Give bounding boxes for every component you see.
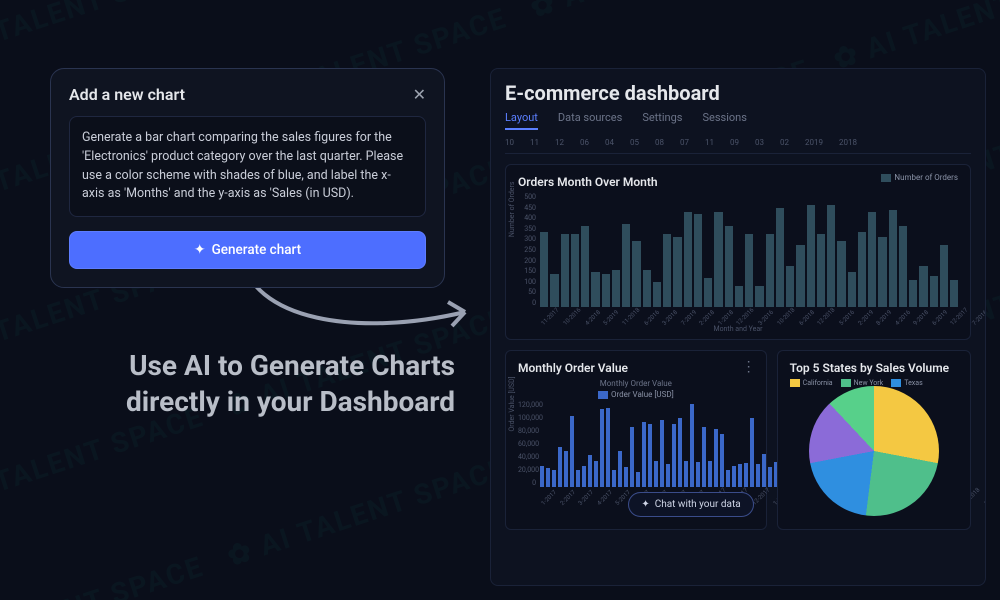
states-pie-chart bbox=[809, 386, 939, 516]
chat-with-data-button[interactable]: ✦ Chat with your data bbox=[628, 492, 753, 517]
states-panel-title: Top 5 States by Sales Volume bbox=[790, 361, 958, 375]
dashboard-title: E-commerce dashboard bbox=[505, 81, 971, 105]
timeline-ruler: 10111206040508071109030220192018 bbox=[505, 134, 971, 154]
marketing-tagline: Use AI to Generate Charts directly in yo… bbox=[45, 348, 455, 420]
chart-prompt-textarea[interactable]: Generate a bar chart comparing the sales… bbox=[69, 116, 426, 217]
tab-settings[interactable]: Settings bbox=[642, 111, 682, 130]
tab-layout[interactable]: Layout bbox=[505, 111, 538, 130]
dashboard-preview: E-commerce dashboard Layout Data sources… bbox=[490, 68, 986, 586]
sparkle-icon: ✦ bbox=[641, 499, 649, 510]
more-icon[interactable]: ⋮ bbox=[742, 359, 756, 375]
order-value-legend: Order Value [USD] bbox=[518, 390, 754, 399]
orders-bar-chart: Number of Orders 50045040035030025020015… bbox=[518, 193, 958, 329]
order-value-title: Monthly Order Value bbox=[518, 361, 754, 375]
order-value-legend-label: Order Value [USD] bbox=[611, 390, 674, 399]
tab-sessions[interactable]: Sessions bbox=[702, 111, 746, 130]
modal-title: Add a new chart bbox=[69, 85, 185, 104]
orders-x-label: Month and Year bbox=[518, 325, 958, 333]
orders-y-label: Number of Orders bbox=[508, 181, 516, 237]
generate-chart-label: Generate chart bbox=[212, 242, 302, 258]
order-value-subtitle: Monthly Order Value bbox=[518, 379, 754, 388]
add-chart-modal: Add a new chart ✕ Generate a bar chart c… bbox=[50, 68, 445, 288]
order-value-y-label: Order Value [USD] bbox=[508, 377, 516, 432]
tab-data-sources[interactable]: Data sources bbox=[558, 111, 622, 130]
orders-legend-label: Number of Orders bbox=[894, 173, 958, 182]
close-icon[interactable]: ✕ bbox=[413, 85, 426, 104]
orders-legend: Number of Orders bbox=[881, 173, 958, 182]
dashboard-tabs: Layout Data sources Settings Sessions bbox=[505, 111, 971, 130]
orders-panel: Orders Month Over Month Number of Orders… bbox=[505, 164, 971, 340]
order-value-panel: Monthly Order Value ⋮ Monthly Order Valu… bbox=[505, 350, 767, 530]
generate-chart-button[interactable]: ✦ Generate chart bbox=[69, 231, 426, 269]
states-panel: Top 5 States by Sales Volume CaliforniaN… bbox=[777, 350, 971, 530]
sparkle-icon: ✦ bbox=[194, 242, 206, 258]
chat-with-data-label: Chat with your data bbox=[655, 499, 741, 510]
